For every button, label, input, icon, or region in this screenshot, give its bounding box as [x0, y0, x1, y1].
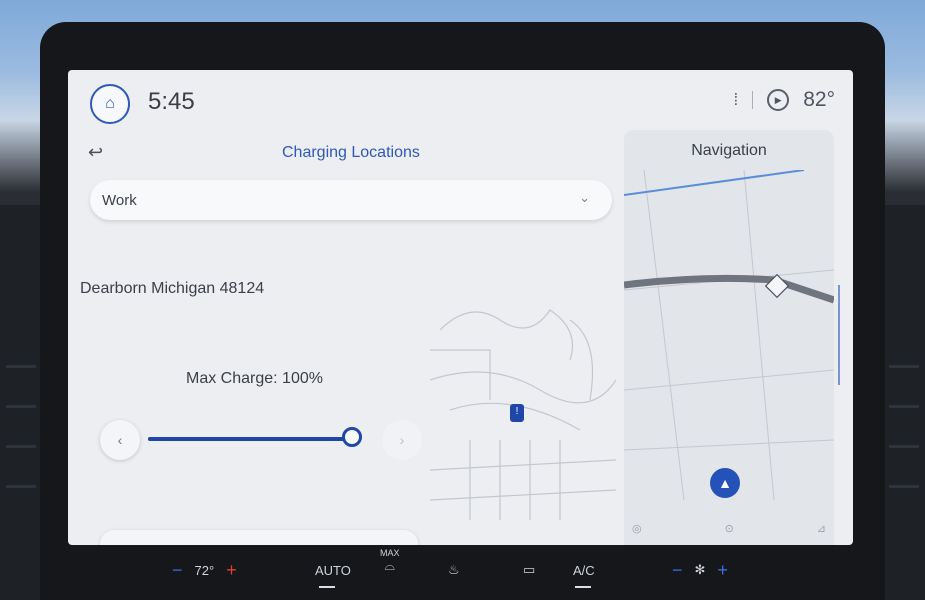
- fan-icon: ✻: [694, 562, 706, 577]
- max-label: MAX: [380, 548, 400, 558]
- vent-slat: [889, 405, 919, 408]
- auto-climate-button[interactable]: AUTO: [315, 563, 351, 578]
- fan-decrease-button[interactable]: −: [672, 560, 683, 581]
- media-player-icon[interactable]: ▶: [767, 89, 790, 111]
- dashboard-right: [885, 205, 925, 600]
- fan-increase-button[interactable]: +: [717, 560, 728, 581]
- vent-slat: [889, 365, 919, 368]
- location-type-value: Work: [102, 191, 137, 209]
- vent-slat: [6, 365, 36, 368]
- map-road: [643, 170, 685, 500]
- max-charge-label: Max Charge: 100%: [186, 370, 323, 387]
- location-type-dropdown[interactable]: Work ⌄: [90, 180, 612, 220]
- rear-defrost-icon: ▭: [523, 562, 536, 577]
- driver-temp-value: 72°: [194, 562, 215, 578]
- navigation-title: Navigation: [691, 142, 767, 159]
- increase-charge-button[interactable]: ›: [382, 420, 422, 460]
- heated-seat-button[interactable]: ♨: [448, 562, 460, 578]
- continue-to-schedule-button[interactable]: Continue to Schedule: [100, 530, 418, 545]
- charging-locations-panel: ↩ Charging Locations Work ⌄ ! Dearborn M: [68, 130, 616, 545]
- clock: 5:45: [148, 88, 195, 115]
- map-road: [430, 349, 491, 400]
- map-road: [624, 369, 834, 391]
- route-icon[interactable]: ⊿: [817, 522, 826, 535]
- map-road: [569, 319, 593, 401]
- map-road: [624, 439, 834, 451]
- status-divider: [752, 91, 754, 109]
- auto-indicator: [319, 586, 335, 588]
- decrease-charge-button[interactable]: ‹: [100, 420, 140, 460]
- recenter-icon[interactable]: ◎: [632, 522, 642, 535]
- ac-indicator: [575, 586, 591, 588]
- driver-temp-control: − 72° +: [172, 560, 237, 581]
- auto-label: AUTO: [315, 562, 351, 578]
- chevron-down-icon: ⌄: [579, 190, 590, 205]
- compass-icon[interactable]: ⊙: [725, 522, 734, 535]
- navigation-map[interactable]: [624, 170, 834, 500]
- location-pin-icon[interactable]: !: [510, 404, 524, 422]
- vent-slat: [6, 485, 36, 488]
- back-arrow-icon[interactable]: ↩: [88, 142, 103, 163]
- rear-defrost-button[interactable]: ▭: [523, 562, 535, 578]
- vent-slat: [6, 405, 36, 408]
- status-right: ⁞ ▶ 82°: [733, 88, 835, 112]
- climate-bar: − 72° + AUTO MAX ⌓ ♨ ▭ A/C − ✻ +: [68, 548, 853, 592]
- status-bar: ⌂ 5:45 ⁞ ▶ 82°: [68, 70, 853, 130]
- map-road: [439, 309, 574, 361]
- vent-slat: [889, 485, 919, 488]
- defrost-front-icon: ⌓: [384, 558, 395, 573]
- chevron-left-icon: ‹: [117, 432, 123, 448]
- fan-speed-control: − ✻ +: [672, 560, 728, 581]
- map-freeway: [624, 274, 834, 304]
- infotainment-screen: ⌂ 5:45 ⁞ ▶ 82° ↩ Charging Locations Work…: [68, 70, 853, 545]
- panel-title: Charging Locations: [282, 144, 420, 161]
- ac-button[interactable]: A/C: [573, 563, 595, 578]
- navigation-footer: ◎ ⊙ ⊿: [632, 522, 826, 535]
- driver-temp-decrease-button[interactable]: −: [172, 560, 183, 581]
- map-highway: [624, 170, 805, 196]
- address-text: Dearborn Michigan 48124: [80, 280, 265, 297]
- phone-signal-icon: ⁞: [733, 90, 739, 109]
- home-icon: ⌂: [105, 95, 115, 112]
- map-road: [430, 489, 616, 501]
- driver-temp-increase-button[interactable]: +: [226, 560, 237, 581]
- ac-label: A/C: [573, 562, 595, 578]
- home-button[interactable]: ⌂: [90, 84, 130, 124]
- map-road: [430, 371, 616, 404]
- map-road: [743, 170, 775, 500]
- navigation-panel[interactable]: Navigation ▲ ◎ ⊙ ⊿: [624, 130, 834, 545]
- max-defrost-button[interactable]: MAX ⌓: [380, 548, 400, 574]
- chevron-right-icon: ›: [399, 432, 405, 448]
- dashboard-left: [0, 205, 40, 600]
- slider-fill: [148, 437, 348, 441]
- slider-knob[interactable]: [342, 427, 362, 447]
- vent-slat: [6, 445, 36, 448]
- heated-seat-icon: ♨: [448, 562, 460, 577]
- outside-temperature: 82°: [803, 88, 835, 111]
- map-road: [430, 459, 616, 471]
- scroll-indicator: [838, 285, 840, 385]
- current-position-icon: ▲: [710, 468, 740, 498]
- max-charge-slider[interactable]: [148, 437, 348, 441]
- vent-slat: [889, 445, 919, 448]
